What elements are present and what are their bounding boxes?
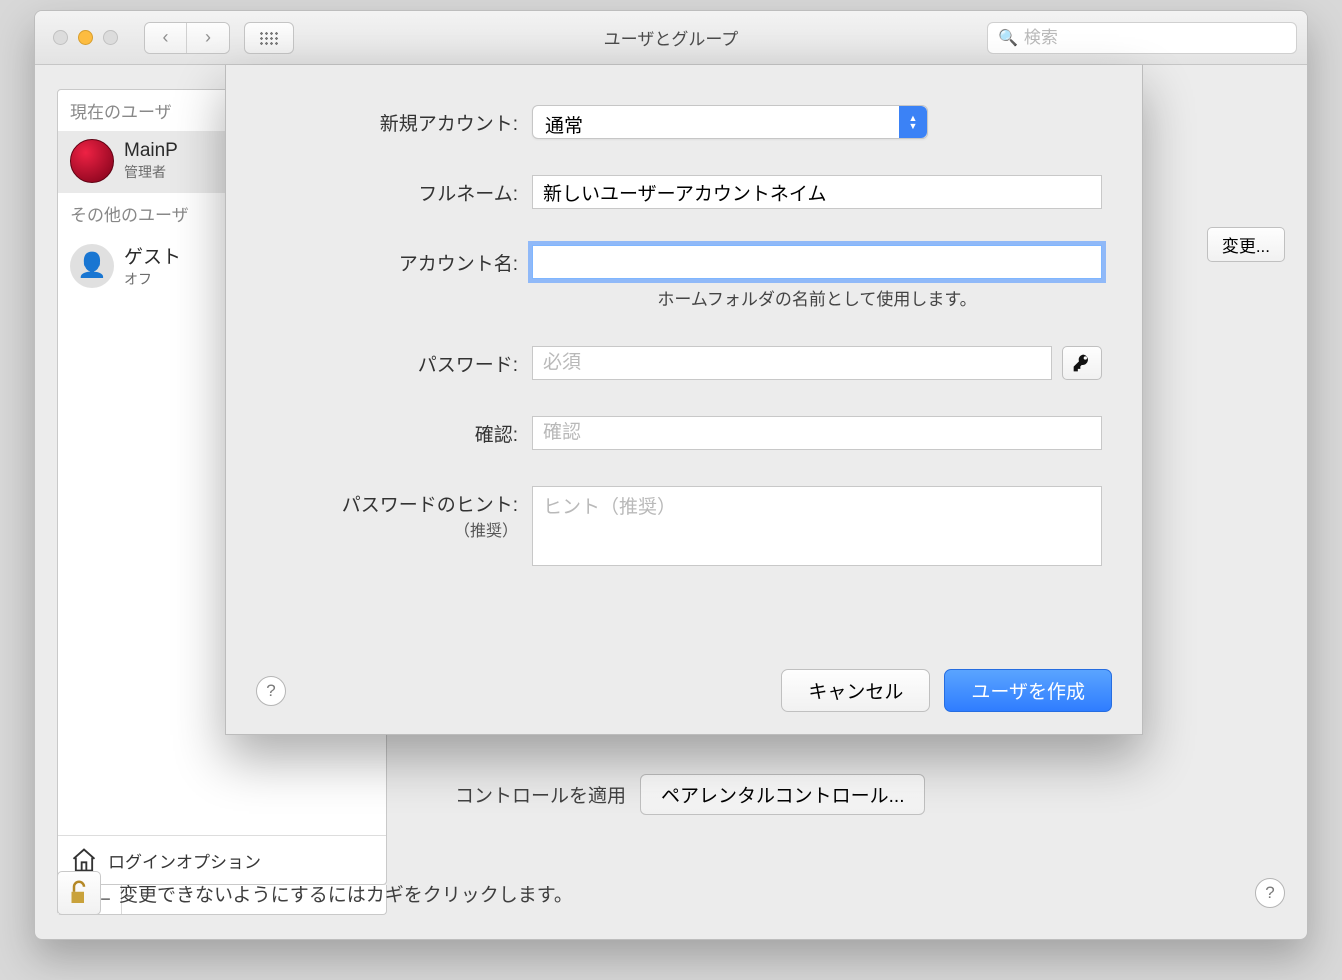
sheet-help-button[interactable]: ?: [256, 676, 286, 706]
hint-row: パスワードのヒント: （推奨）: [260, 486, 1108, 566]
guest-user-name: ゲスト: [124, 242, 181, 269]
sheet-footer: ? キャンセル ユーザを作成: [256, 669, 1112, 712]
accountname-label: アカウント名:: [260, 245, 532, 276]
help-button[interactable]: ?: [1255, 878, 1285, 908]
open-parental-controls-button[interactable]: ペアレンタルコントロール...: [640, 774, 925, 815]
lock-button[interactable]: [57, 871, 101, 915]
fullname-row: フルネーム:: [260, 175, 1108, 209]
hint-label: パスワードのヒント: （推奨）: [260, 486, 532, 541]
change-password-button[interactable]: 変更...: [1207, 227, 1285, 262]
verify-row: 確認:: [260, 416, 1108, 450]
accountname-row: アカウント名: ホームフォルダの名前として使用します。: [260, 245, 1108, 310]
hint-input[interactable]: [532, 486, 1102, 566]
verify-label: 確認:: [260, 416, 532, 447]
new-user-form: 新規アカウント: 通常 ▲▼ フルネーム: アカウント名: ホ: [226, 65, 1142, 600]
key-icon: [1072, 353, 1092, 373]
search-icon: 🔍: [998, 28, 1018, 48]
close-window-button[interactable]: [53, 30, 68, 45]
accountname-hint: ホームフォルダの名前として使用します。: [532, 285, 1102, 310]
hint-label-text: パスワードのヒント:: [342, 495, 518, 516]
footer: 変更できないようにするにはカギをクリックします。 ?: [57, 871, 1285, 915]
house-icon: [70, 846, 98, 874]
password-assistant-button[interactable]: [1062, 346, 1102, 380]
account-type-value: 通常: [545, 116, 583, 137]
zoom-window-button[interactable]: [103, 30, 118, 45]
current-user-role: 管理者: [124, 162, 178, 182]
search-input[interactable]: [1024, 28, 1286, 48]
hint-sublabel: （推奨）: [260, 517, 518, 541]
lock-open-icon: [64, 878, 94, 908]
account-type-label: 新規アカウント:: [260, 105, 532, 136]
traffic-lights: [53, 30, 118, 45]
nav-segment: ‹ ›: [144, 22, 230, 54]
new-user-sheet: 新規アカウント: 通常 ▲▼ フルネーム: アカウント名: ホ: [225, 65, 1143, 735]
account-type-row: 新規アカウント: 通常 ▲▼: [260, 105, 1108, 139]
login-options-label: ログインオプション: [108, 848, 261, 873]
fullname-input[interactable]: [532, 175, 1102, 209]
back-button[interactable]: ‹: [145, 23, 187, 53]
silhouette-icon: 👤: [70, 244, 114, 288]
preferences-window: ‹ › ユーザとグループ 🔍 現在のユーザ MainP 管理者 その: [34, 10, 1308, 940]
password-input[interactable]: [532, 346, 1052, 380]
create-user-button[interactable]: ユーザを作成: [944, 669, 1112, 712]
minimize-window-button[interactable]: [78, 30, 93, 45]
password-label: パスワード:: [260, 346, 532, 377]
cancel-button[interactable]: キャンセル: [781, 669, 930, 712]
account-type-select[interactable]: 通常 ▲▼: [532, 105, 928, 139]
search-field[interactable]: 🔍: [987, 22, 1297, 54]
current-user-name: MainP: [124, 140, 178, 162]
accountname-input[interactable]: [532, 245, 1102, 279]
titlebar: ‹ › ユーザとグループ 🔍: [35, 11, 1307, 65]
forward-button[interactable]: ›: [187, 23, 229, 53]
chevron-updown-icon: ▲▼: [899, 106, 927, 138]
lock-text: 変更できないようにするにはカギをクリックします。: [119, 880, 573, 907]
verify-input[interactable]: [532, 416, 1102, 450]
password-row: パスワード:: [260, 346, 1108, 380]
fullname-label: フルネーム:: [260, 175, 532, 206]
grid-icon: [259, 31, 279, 45]
guest-user-status: オフ: [124, 269, 181, 289]
parental-controls-row: コントロールを適用 ペアレンタルコントロール...: [455, 774, 1265, 815]
avatar-icon: [70, 139, 114, 183]
show-all-button[interactable]: [244, 22, 294, 54]
parental-label: コントロールを適用: [455, 781, 626, 808]
